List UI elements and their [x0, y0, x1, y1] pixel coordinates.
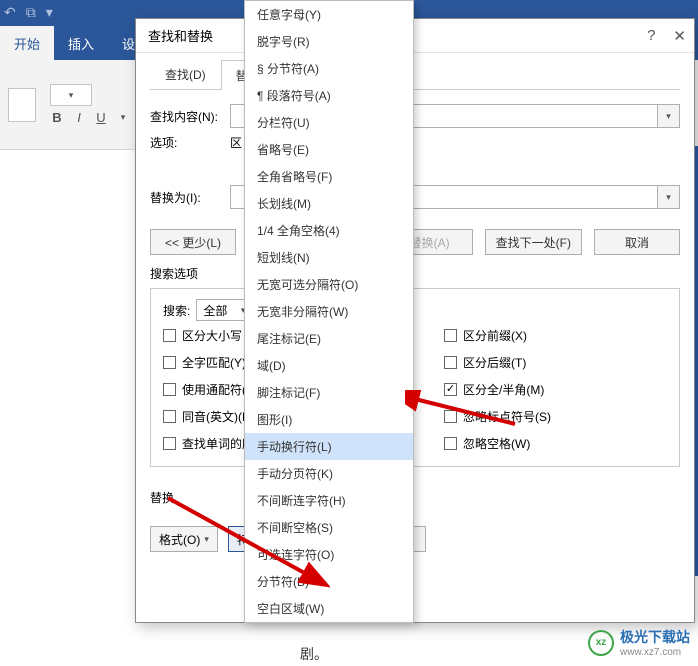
watermark-brand: 极光下载站 — [620, 629, 690, 645]
find-next-button[interactable]: 查找下一处(F) — [485, 229, 582, 255]
repeat-icon[interactable]: ⧉ — [26, 4, 36, 21]
document-text: 剧。 — [300, 644, 328, 664]
font-size-select[interactable]: ▾ — [50, 84, 92, 106]
menu-item[interactable]: 短划线(N) — [245, 244, 413, 271]
replace-history-button[interactable]: ▾ — [658, 185, 680, 209]
check-fullhalf[interactable]: 区分全/半角(M) — [444, 381, 551, 398]
bold-button[interactable]: B — [50, 110, 64, 125]
options-value: 区 — [230, 134, 242, 151]
options-row: 选项: 区 — [150, 134, 680, 151]
search-options-title: 搜索选项 — [150, 265, 680, 282]
menu-item[interactable]: 任意字母(Y) — [245, 1, 413, 28]
tab-find[interactable]: 查找(D) — [150, 59, 221, 89]
close-button[interactable]: ✕ — [673, 27, 686, 45]
menu-item[interactable]: 图形(I) — [245, 406, 413, 433]
check-case[interactable]: 区分大小写 — [163, 327, 254, 344]
dialog-titlebar[interactable]: 查找和替换 ? ✕ — [136, 19, 694, 53]
menu-item[interactable]: 脚注标记(F) — [245, 379, 413, 406]
menu-item[interactable]: 无宽可选分隔符(O) — [245, 271, 413, 298]
check-wildcard[interactable]: 使用通配符( — [163, 381, 254, 398]
menu-item[interactable]: 脱字号(R) — [245, 28, 413, 55]
menu-item[interactable]: 无宽非分隔符(W) — [245, 298, 413, 325]
format-buttons-row: 格式(O)▾ 特殊格式(E)▾ 不限定格式(T) — [150, 526, 680, 552]
menu-item[interactable]: 长划线(M) — [245, 190, 413, 217]
menu-item[interactable]: 尾注标记(E) — [245, 325, 413, 352]
find-replace-dialog: 查找和替换 ? ✕ 查找(D) 替换(P 查找内容(N): ▾ 选项: 区 替换… — [135, 18, 695, 623]
action-buttons: << 更少(L) 替换(A) 查找下一处(F) 取消 — [150, 229, 680, 255]
check-space[interactable]: 忽略空格(W) — [444, 435, 551, 452]
replace-row: 替换为(I): ▾ — [150, 185, 680, 209]
chevron-down-icon: ▾ — [204, 534, 209, 545]
menu-item[interactable]: 可选连字符(O) — [245, 541, 413, 568]
watermark-logo-icon: xz — [588, 630, 614, 656]
dialog-title: 查找和替换 — [148, 26, 213, 45]
check-prefix[interactable]: 区分前缀(X) — [444, 327, 551, 344]
replace-label: 替换为(I): — [150, 189, 220, 206]
menu-item[interactable]: 省略号(E) — [245, 136, 413, 163]
checkbox-columns: 区分大小写 全字匹配(Y) 使用通配符( 同音(英文)(K 查找单词的所 区分前… — [163, 327, 667, 452]
tab-insert[interactable]: 插入 — [54, 26, 108, 61]
check-homophone[interactable]: 同音(英文)(K — [163, 408, 254, 425]
dialog-tabs: 查找(D) 替换(P — [150, 59, 680, 90]
menu-item[interactable]: ¶ 段落符号(A) — [245, 82, 413, 109]
menu-item[interactable]: 不间断连字符(H) — [245, 487, 413, 514]
menu-item[interactable]: § 分节符(A) — [245, 55, 413, 82]
menu-item[interactable]: 域(D) — [245, 352, 413, 379]
menu-item[interactable]: 空白区域(W) — [245, 595, 413, 622]
tab-start[interactable]: 开始 — [0, 26, 54, 61]
check-punctuation[interactable]: 忽略标点符号(S) — [444, 408, 551, 425]
menu-item[interactable]: 全角省略号(F) — [245, 163, 413, 190]
search-scope-label: 搜索: — [163, 302, 190, 319]
menu-item[interactable]: 分栏符(U) — [245, 109, 413, 136]
find-history-button[interactable]: ▾ — [658, 104, 680, 128]
check-col-right: 区分前缀(X) 区分后缀(T) 区分全/半角(M) 忽略标点符号(S) 忽略空格… — [444, 327, 551, 452]
menu-item[interactable]: 不间断空格(S) — [245, 514, 413, 541]
find-label: 查找内容(N): — [150, 108, 220, 125]
watermark-url: www.xz7.com — [620, 647, 690, 658]
find-row: 查找内容(N): ▾ — [150, 104, 680, 128]
chevron-down-icon: ▾ — [666, 192, 671, 203]
replace-section-title: 替换 — [150, 489, 680, 506]
menu-item[interactable]: 1/4 全角空格(4) — [245, 217, 413, 244]
check-suffix[interactable]: 区分后缀(T) — [444, 354, 551, 371]
menu-item[interactable]: 手动换行符(L) — [245, 433, 413, 460]
special-format-menu: 任意字母(Y)脱字号(R)§ 分节符(A)¶ 段落符号(A)分栏符(U)省略号(… — [244, 0, 414, 623]
menu-item[interactable]: 手动分页符(K) — [245, 460, 413, 487]
less-button[interactable]: << 更少(L) — [150, 229, 236, 255]
format-button[interactable]: 格式(O)▾ — [150, 526, 218, 552]
search-scope-row: 搜索: 全部▾ — [163, 299, 667, 321]
menu-item[interactable]: 分节符(B) — [245, 568, 413, 595]
help-button[interactable]: ? — [647, 27, 655, 44]
italic-button[interactable]: I — [72, 110, 86, 125]
check-col-left: 区分大小写 全字匹配(Y) 使用通配符( 同音(英文)(K 查找单词的所 — [163, 327, 254, 452]
qat-dropdown-icon[interactable]: ▾ — [46, 4, 53, 21]
underline-more-icon[interactable]: ▾ — [116, 112, 130, 123]
search-scope-select[interactable]: 全部▾ — [196, 299, 250, 321]
quick-access-toolbar: ↶ ⧉ ▾ — [4, 4, 53, 21]
check-wordforms[interactable]: 查找单词的所 — [163, 435, 254, 452]
cancel-button[interactable]: 取消 — [594, 229, 680, 255]
underline-button[interactable]: U — [94, 110, 108, 125]
clipboard-group[interactable] — [8, 88, 36, 122]
watermark: xz 极光下载站 www.xz7.com — [588, 627, 690, 658]
search-options-group: 搜索: 全部▾ 区分大小写 全字匹配(Y) 使用通配符( 同音(英文)(K 查找… — [150, 288, 680, 467]
paste-icon — [8, 88, 36, 122]
check-whole-word[interactable]: 全字匹配(Y) — [163, 354, 254, 371]
options-label: 选项: — [150, 134, 220, 151]
undo-icon[interactable]: ↶ — [4, 4, 16, 21]
chevron-down-icon: ▾ — [666, 111, 671, 122]
dialog-body: 查找(D) 替换(P 查找内容(N): ▾ 选项: 区 替换为(I): ▾ <<… — [136, 53, 694, 562]
